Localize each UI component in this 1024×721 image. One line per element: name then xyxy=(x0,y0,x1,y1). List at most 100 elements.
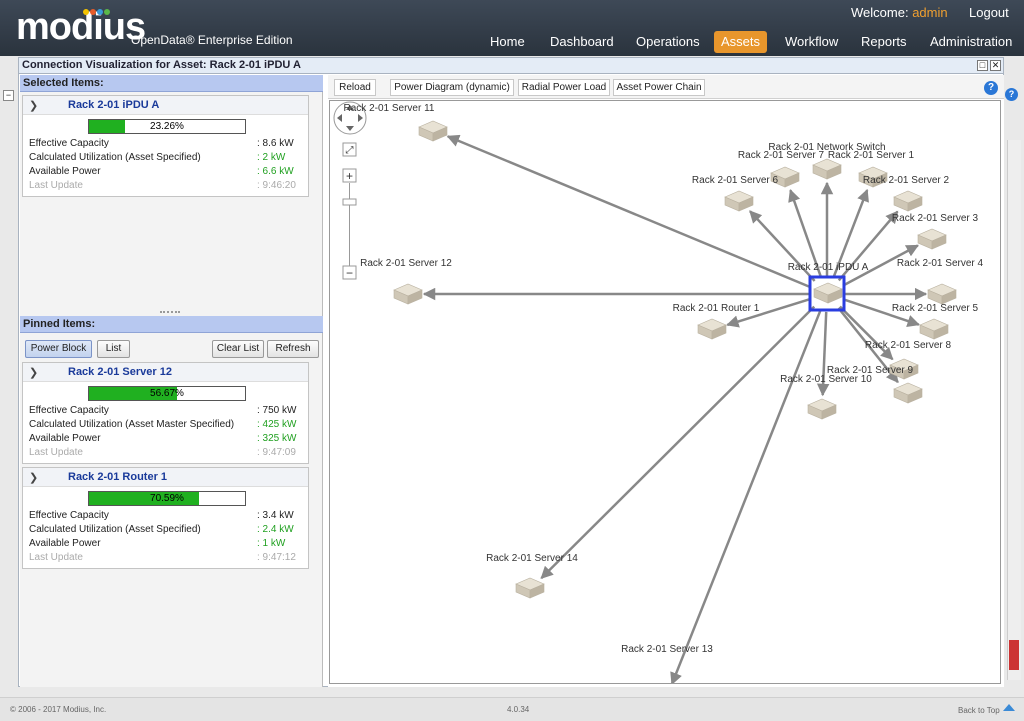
welcome-label: Welcome: admin xyxy=(851,5,948,20)
capacity-label: Effective Capacity xyxy=(29,405,109,416)
graph-node[interactable]: Rack 2-01 Server 2 xyxy=(863,175,950,212)
nav-workflow[interactable]: Workflow xyxy=(778,31,845,53)
utilization-value: : 2.4 kW xyxy=(257,524,294,535)
visualization-toolbar: Reload Power Diagram (dynamic) Radial Po… xyxy=(328,75,1004,99)
card-header[interactable]: ❯ Rack 2-01 iPDU A xyxy=(23,96,308,115)
node-label: Rack 2-01 Server 1 xyxy=(828,150,915,161)
visualization-area: Reload Power Diagram (dynamic) Radial Po… xyxy=(328,75,1004,708)
close-icon[interactable]: ✕ xyxy=(990,60,1001,71)
zoom-out-button[interactable]: − xyxy=(342,265,357,280)
utilization-percent: 23.26% xyxy=(150,121,184,132)
server-icon[interactable] xyxy=(418,120,448,142)
maximize-icon[interactable]: □ xyxy=(977,60,988,71)
server-icon[interactable] xyxy=(697,318,727,340)
graph-node[interactable]: Rack 2-01 Server 4 xyxy=(897,258,984,305)
connection-visualization-panel: Connection Visualization for Asset: Rack… xyxy=(18,57,1004,708)
server-icon[interactable] xyxy=(893,382,923,404)
server-icon[interactable] xyxy=(812,158,842,180)
node-label: Rack 2-01 Server 12 xyxy=(360,258,452,269)
server-icon[interactable] xyxy=(393,283,423,305)
reload-button[interactable]: Reload xyxy=(334,79,376,96)
utilization-value: : 2 kW xyxy=(257,152,286,163)
graph-nodes: Rack 2-01 Server 11Rack 2-01 Network Swi… xyxy=(344,103,984,708)
modius-logo: modius xyxy=(16,6,146,48)
utilization-label: Calculated Utilization (Asset Specified) xyxy=(29,524,201,535)
list-button[interactable]: List xyxy=(97,340,130,358)
server-icon[interactable] xyxy=(515,577,545,599)
radial-power-load-tab[interactable]: Radial Power Load xyxy=(518,79,610,96)
collapse-left-icon[interactable]: − xyxy=(3,90,14,101)
nav-operations[interactable]: Operations xyxy=(629,31,707,53)
logo-dots xyxy=(83,6,111,18)
node-label: Rack 2-01 Server 13 xyxy=(621,644,713,655)
back-to-top-link[interactable]: Back to Top xyxy=(958,706,1000,715)
logout-link[interactable]: Logout xyxy=(969,5,1009,20)
graph-node[interactable]: Rack 2-01 Router 1 xyxy=(673,303,760,340)
nav-home[interactable]: Home xyxy=(483,31,532,53)
page-scrollbar[interactable] xyxy=(1007,140,1021,680)
card-header[interactable]: ❯ Rack 2-01 Server 12 xyxy=(23,363,308,382)
server-icon[interactable] xyxy=(807,398,837,420)
card-asset-name[interactable]: Rack 2-01 Server 12 xyxy=(68,366,172,378)
scrollbar-marker xyxy=(1009,640,1019,670)
help-icon[interactable]: ? xyxy=(984,81,998,95)
nav-assets[interactable]: Assets xyxy=(714,31,768,53)
chevron-down-icon[interactable]: ❯ xyxy=(29,471,38,484)
graph-node[interactable]: Rack 2-01 Server 6 xyxy=(692,175,779,212)
pinned-item-card: ❯ Rack 2-01 Server 12 56.67% Effective C… xyxy=(22,362,309,464)
available-label: Available Power xyxy=(29,433,101,444)
capacity-value: : 750 kW xyxy=(257,405,297,416)
power-block-button[interactable]: Power Block xyxy=(25,340,92,358)
asset-power-chain-tab[interactable]: Asset Power Chain xyxy=(613,79,705,96)
svg-text:−: − xyxy=(346,266,353,280)
graph-node[interactable]: Rack 2-01 Server 13 xyxy=(621,644,713,708)
graph-node[interactable]: Rack 2-01 Server 10 xyxy=(780,374,872,420)
chevron-down-icon[interactable]: ❯ xyxy=(29,366,38,379)
server-icon[interactable] xyxy=(917,228,947,250)
zoom-slider-handle[interactable] xyxy=(342,198,357,206)
footer: © 2006 - 2017 Modius, Inc. 4.0.34 Back t… xyxy=(0,697,1024,721)
server-icon[interactable] xyxy=(724,190,754,212)
selected-item-card: ❯ Rack 2-01 iPDU A 23.26% Effective Capa… xyxy=(22,95,309,197)
card-asset-name[interactable]: Rack 2-01 iPDU A xyxy=(68,99,159,111)
card-asset-name[interactable]: Rack 2-01 Router 1 xyxy=(68,471,167,483)
node-label: Rack 2-01 Server 6 xyxy=(692,175,779,186)
side-help-icon[interactable]: ? xyxy=(1005,88,1018,101)
panel-title: Connection Visualization for Asset: Rack… xyxy=(19,58,1003,74)
last-update-value: : 9:46:20 xyxy=(257,180,296,191)
graph-node[interactable]: Rack 2-01 Server 14 xyxy=(486,553,578,599)
nav-reports[interactable]: Reports xyxy=(854,31,914,53)
refresh-button[interactable]: Refresh xyxy=(267,340,319,358)
fullscreen-icon[interactable]: ⤢ xyxy=(342,142,357,157)
selected-items-header: Selected Items: xyxy=(20,75,323,92)
connection-graph[interactable]: ⤢ + − Rack 2-01 Server 11Rack 2-01 Netwo… xyxy=(330,101,1000,708)
last-update-value: : 9:47:09 xyxy=(257,447,296,458)
clear-list-button[interactable]: Clear List xyxy=(212,340,264,358)
graph-canvas[interactable]: ⤢ + − Rack 2-01 Server 11 Rack 2-01 Netwo… xyxy=(329,100,1001,708)
server-icon[interactable] xyxy=(927,283,957,305)
graph-node[interactable]: Rack 2-01 Server 12 xyxy=(360,258,452,305)
graph-edge xyxy=(540,305,816,580)
card-header[interactable]: ❯ Rack 2-01 Router 1 xyxy=(23,468,308,487)
utilization-bar: 56.67% xyxy=(88,386,246,401)
last-update-label: Last Update xyxy=(29,447,83,458)
power-diagram-tab[interactable]: Power Diagram (dynamic) xyxy=(390,79,514,96)
svg-text:+: + xyxy=(346,169,353,183)
copyright: © 2006 - 2017 Modius, Inc. xyxy=(10,705,107,714)
available-value: : 325 kW xyxy=(257,433,297,444)
node-label: Rack 2-01 Server 10 xyxy=(780,374,872,385)
splitter-handle[interactable] xyxy=(160,311,180,315)
nav-dashboard[interactable]: Dashboard xyxy=(543,31,621,53)
node-label: Rack 2-01 Server 7 xyxy=(738,150,825,161)
items-sidebar: Selected Items: ❯ Rack 2-01 iPDU A 23.26… xyxy=(20,75,323,687)
graph-node[interactable]: Rack 2-01 Server 3 xyxy=(892,213,979,250)
server-icon[interactable] xyxy=(893,190,923,212)
node-label: Rack 2-01 Server 14 xyxy=(486,553,578,564)
username: admin xyxy=(912,5,948,20)
arrow-up-icon xyxy=(1003,704,1015,711)
zoom-in-button[interactable]: + xyxy=(342,168,357,183)
nav-administration[interactable]: Administration xyxy=(923,31,1019,53)
chevron-down-icon[interactable]: ❯ xyxy=(29,99,38,112)
pinned-items-header: Pinned Items: xyxy=(20,316,323,333)
server-icon[interactable] xyxy=(919,318,949,340)
